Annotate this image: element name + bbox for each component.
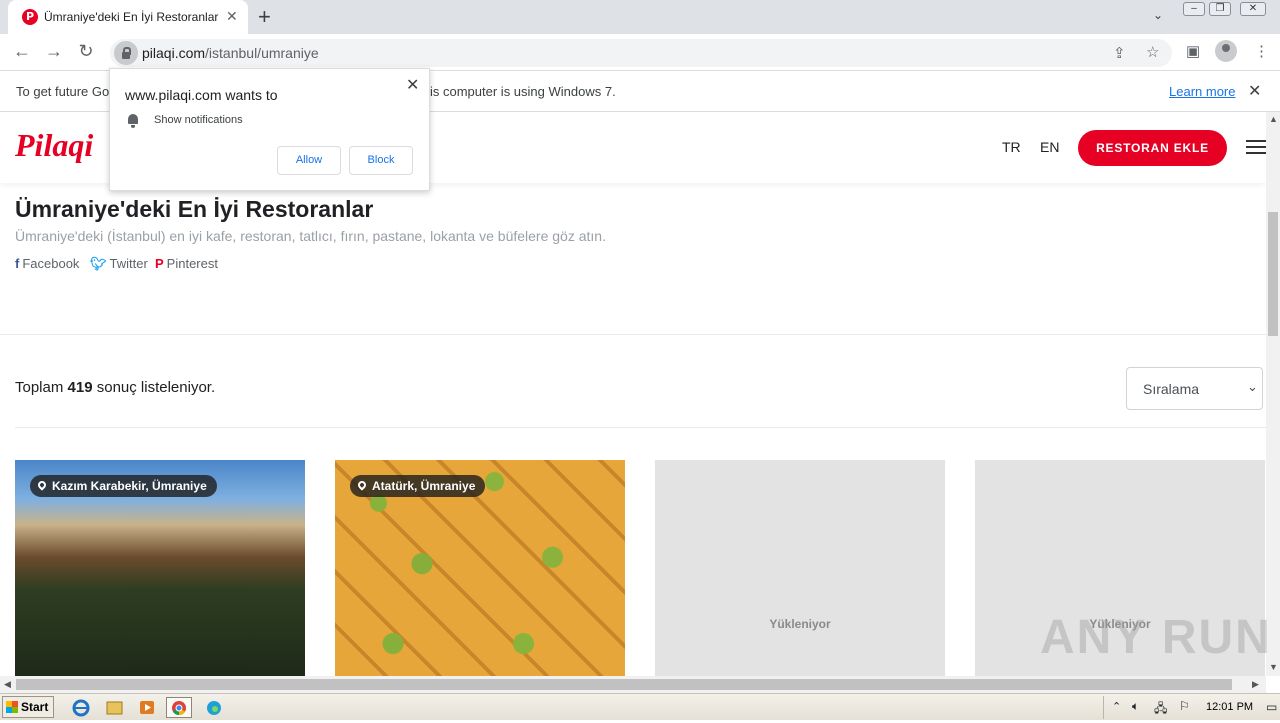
facebook-share-link[interactable]: f Facebook	[15, 256, 79, 271]
side-panel-icon[interactable]: ▣	[1186, 42, 1200, 60]
restaurant-card[interactable]: Kazım Karabekir, Ümraniye	[15, 460, 305, 676]
page-title: Ümraniye'deki En İyi Restoranlar	[15, 196, 374, 222]
tab-strip: P Ümraniye'deki En İyi Restoranlar - İs …	[0, 0, 1280, 34]
popup-permission-text: Show notifications	[154, 114, 243, 126]
learn-more-link[interactable]: Learn more	[1169, 84, 1235, 99]
tab-search-chevron-icon[interactable]: ⌄	[1153, 8, 1163, 22]
vertical-scroll-thumb[interactable]	[1268, 212, 1278, 336]
block-button[interactable]: Block	[349, 146, 413, 175]
facebook-icon: f	[15, 256, 20, 271]
new-tab-icon[interactable]: +	[258, 4, 271, 30]
share-icon[interactable]: ⇪	[1113, 44, 1126, 62]
chrome-taskbar-icon[interactable]	[166, 697, 192, 718]
url-path: /istanbul/umraniye	[205, 45, 319, 61]
windows-taskbar: Start ⌃ 🔈︎ 🖧︎ ⚐ ▭ 12:01 PM	[0, 693, 1280, 720]
reload-icon[interactable]: ↻	[75, 41, 97, 62]
system-tray: ⌃ 🔈︎ 🖧︎ ⚐ ▭	[1103, 696, 1280, 719]
popup-title: www.pilaqi.com wants to	[125, 87, 278, 103]
location-pin-icon	[356, 479, 368, 491]
scroll-left-icon[interactable]: ◀	[4, 679, 11, 690]
network-icon[interactable]: 🖧︎	[1154, 699, 1167, 720]
media-player-icon[interactable]	[134, 697, 160, 718]
lang-en-link[interactable]: EN	[1040, 139, 1059, 155]
location-badge: Kazım Karabekir, Ümraniye	[30, 475, 217, 497]
edge-icon[interactable]	[201, 697, 227, 718]
restaurant-card[interactable]: Atatürk, Ümraniye	[335, 460, 625, 676]
window-close-icon[interactable]: ✕	[1240, 2, 1266, 16]
minimize-icon[interactable]: –	[1183, 2, 1205, 16]
anyrun-watermark: ANY RUN	[1040, 611, 1272, 664]
menu-kebab-icon[interactable]: ⋮	[1254, 42, 1269, 60]
popup-close-icon[interactable]: ✕	[406, 75, 419, 95]
pinterest-icon: P	[155, 256, 164, 271]
hamburger-menu-icon[interactable]	[1246, 140, 1266, 154]
start-button[interactable]: Start	[2, 696, 54, 718]
result-count-value: 419	[67, 379, 93, 396]
divider	[0, 334, 1266, 335]
tray-expand-icon[interactable]: ⌃	[1112, 700, 1121, 713]
divider	[15, 427, 1266, 428]
address-bar[interactable]: pilaqi.com/istanbul/umraniye ⇪ ☆	[110, 39, 1172, 67]
notification-permission-popup: www.pilaqi.com wants to ✕ Show notificat…	[109, 68, 430, 191]
scroll-right-icon[interactable]: ▶	[1252, 679, 1259, 690]
bell-icon	[127, 114, 139, 128]
loading-text: Yükleniyor	[769, 617, 831, 631]
page-subtitle: Ümraniye'deki (İstanbul) en iyi kafe, re…	[15, 228, 606, 244]
pinterest-share-link[interactable]: P Pinterest	[155, 256, 218, 271]
location-pin-icon	[36, 479, 48, 491]
profile-avatar-icon[interactable]	[1215, 40, 1237, 62]
chevron-down-icon: ⌄	[1247, 379, 1258, 394]
bookmark-star-icon[interactable]: ☆	[1146, 43, 1159, 61]
back-icon[interactable]: ←	[11, 41, 33, 62]
url-text[interactable]: pilaqi.com/istanbul/umraniye	[142, 45, 319, 61]
horizontal-scrollbar[interactable]: ◀ ▶	[0, 676, 1266, 693]
url-host: pilaqi.com	[142, 45, 206, 61]
site-logo[interactable]: Pilaqi	[15, 127, 93, 164]
show-desktop-icon[interactable]: ▭	[1266, 700, 1277, 714]
internet-explorer-icon[interactable]	[68, 697, 94, 718]
location-badge: Atatürk, Ümraniye	[350, 475, 486, 497]
pinterest-favicon-icon: P	[22, 9, 38, 25]
location-label: Atatürk, Ümraniye	[372, 479, 476, 493]
result-count-prefix: Toplam	[15, 379, 68, 396]
file-explorer-icon[interactable]	[101, 697, 127, 718]
infobar-text-right: is computer is using Windows 7.	[430, 84, 616, 99]
twitter-share-link[interactable]: 🐦︎ Twitter	[90, 256, 148, 272]
facebook-label: Facebook	[22, 256, 80, 271]
pinterest-label: Pinterest	[166, 256, 218, 271]
infobar-text-left: To get future Go	[16, 84, 110, 99]
tab-close-icon[interactable]: ✕	[226, 8, 238, 25]
lang-tr-link[interactable]: TR	[1002, 139, 1021, 155]
tab-title: Ümraniye'deki En İyi Restoranlar - İs	[44, 10, 222, 24]
restaurant-card[interactable]: Yükleniyor	[655, 460, 945, 676]
result-count: Toplam 419 sonuç listeleniyor.	[15, 379, 215, 396]
page-viewport: Pilaqi TR EN RESTORAN EKLE Ümraniye'deki…	[0, 112, 1266, 676]
lock-icon[interactable]	[114, 41, 138, 65]
location-label: Kazım Karabekir, Ümraniye	[52, 479, 207, 493]
result-count-suffix: sonuç listeleniyor.	[92, 379, 216, 396]
restore-icon[interactable]: ❐	[1209, 2, 1231, 16]
sort-label: Sıralama	[1143, 381, 1200, 397]
sort-select[interactable]: Sıralama ⌄	[1126, 367, 1263, 410]
volume-icon[interactable]: 🔈︎	[1132, 699, 1139, 714]
action-center-flag-icon[interactable]: ⚐	[1179, 699, 1190, 713]
horizontal-scroll-thumb[interactable]	[16, 679, 1232, 690]
twitter-icon: 🐦︎	[90, 256, 107, 271]
twitter-label: Twitter	[109, 256, 148, 271]
forward-icon[interactable]: →	[43, 41, 65, 62]
scroll-up-icon[interactable]: ▲	[1269, 114, 1278, 124]
taskbar-clock[interactable]: 12:01 PM	[1206, 701, 1253, 713]
infobar-close-icon[interactable]: ✕	[1248, 81, 1261, 101]
vertical-scrollbar[interactable]: ▲ ▼	[1266, 112, 1280, 676]
allow-button[interactable]: Allow	[277, 146, 341, 175]
browser-toolbar: ← → ↻ pilaqi.com/istanbul/umraniye ⇪ ☆ ▣…	[0, 34, 1280, 71]
add-restaurant-button[interactable]: RESTORAN EKLE	[1078, 130, 1227, 166]
browser-tab[interactable]: P Ümraniye'deki En İyi Restoranlar - İs …	[8, 0, 248, 34]
